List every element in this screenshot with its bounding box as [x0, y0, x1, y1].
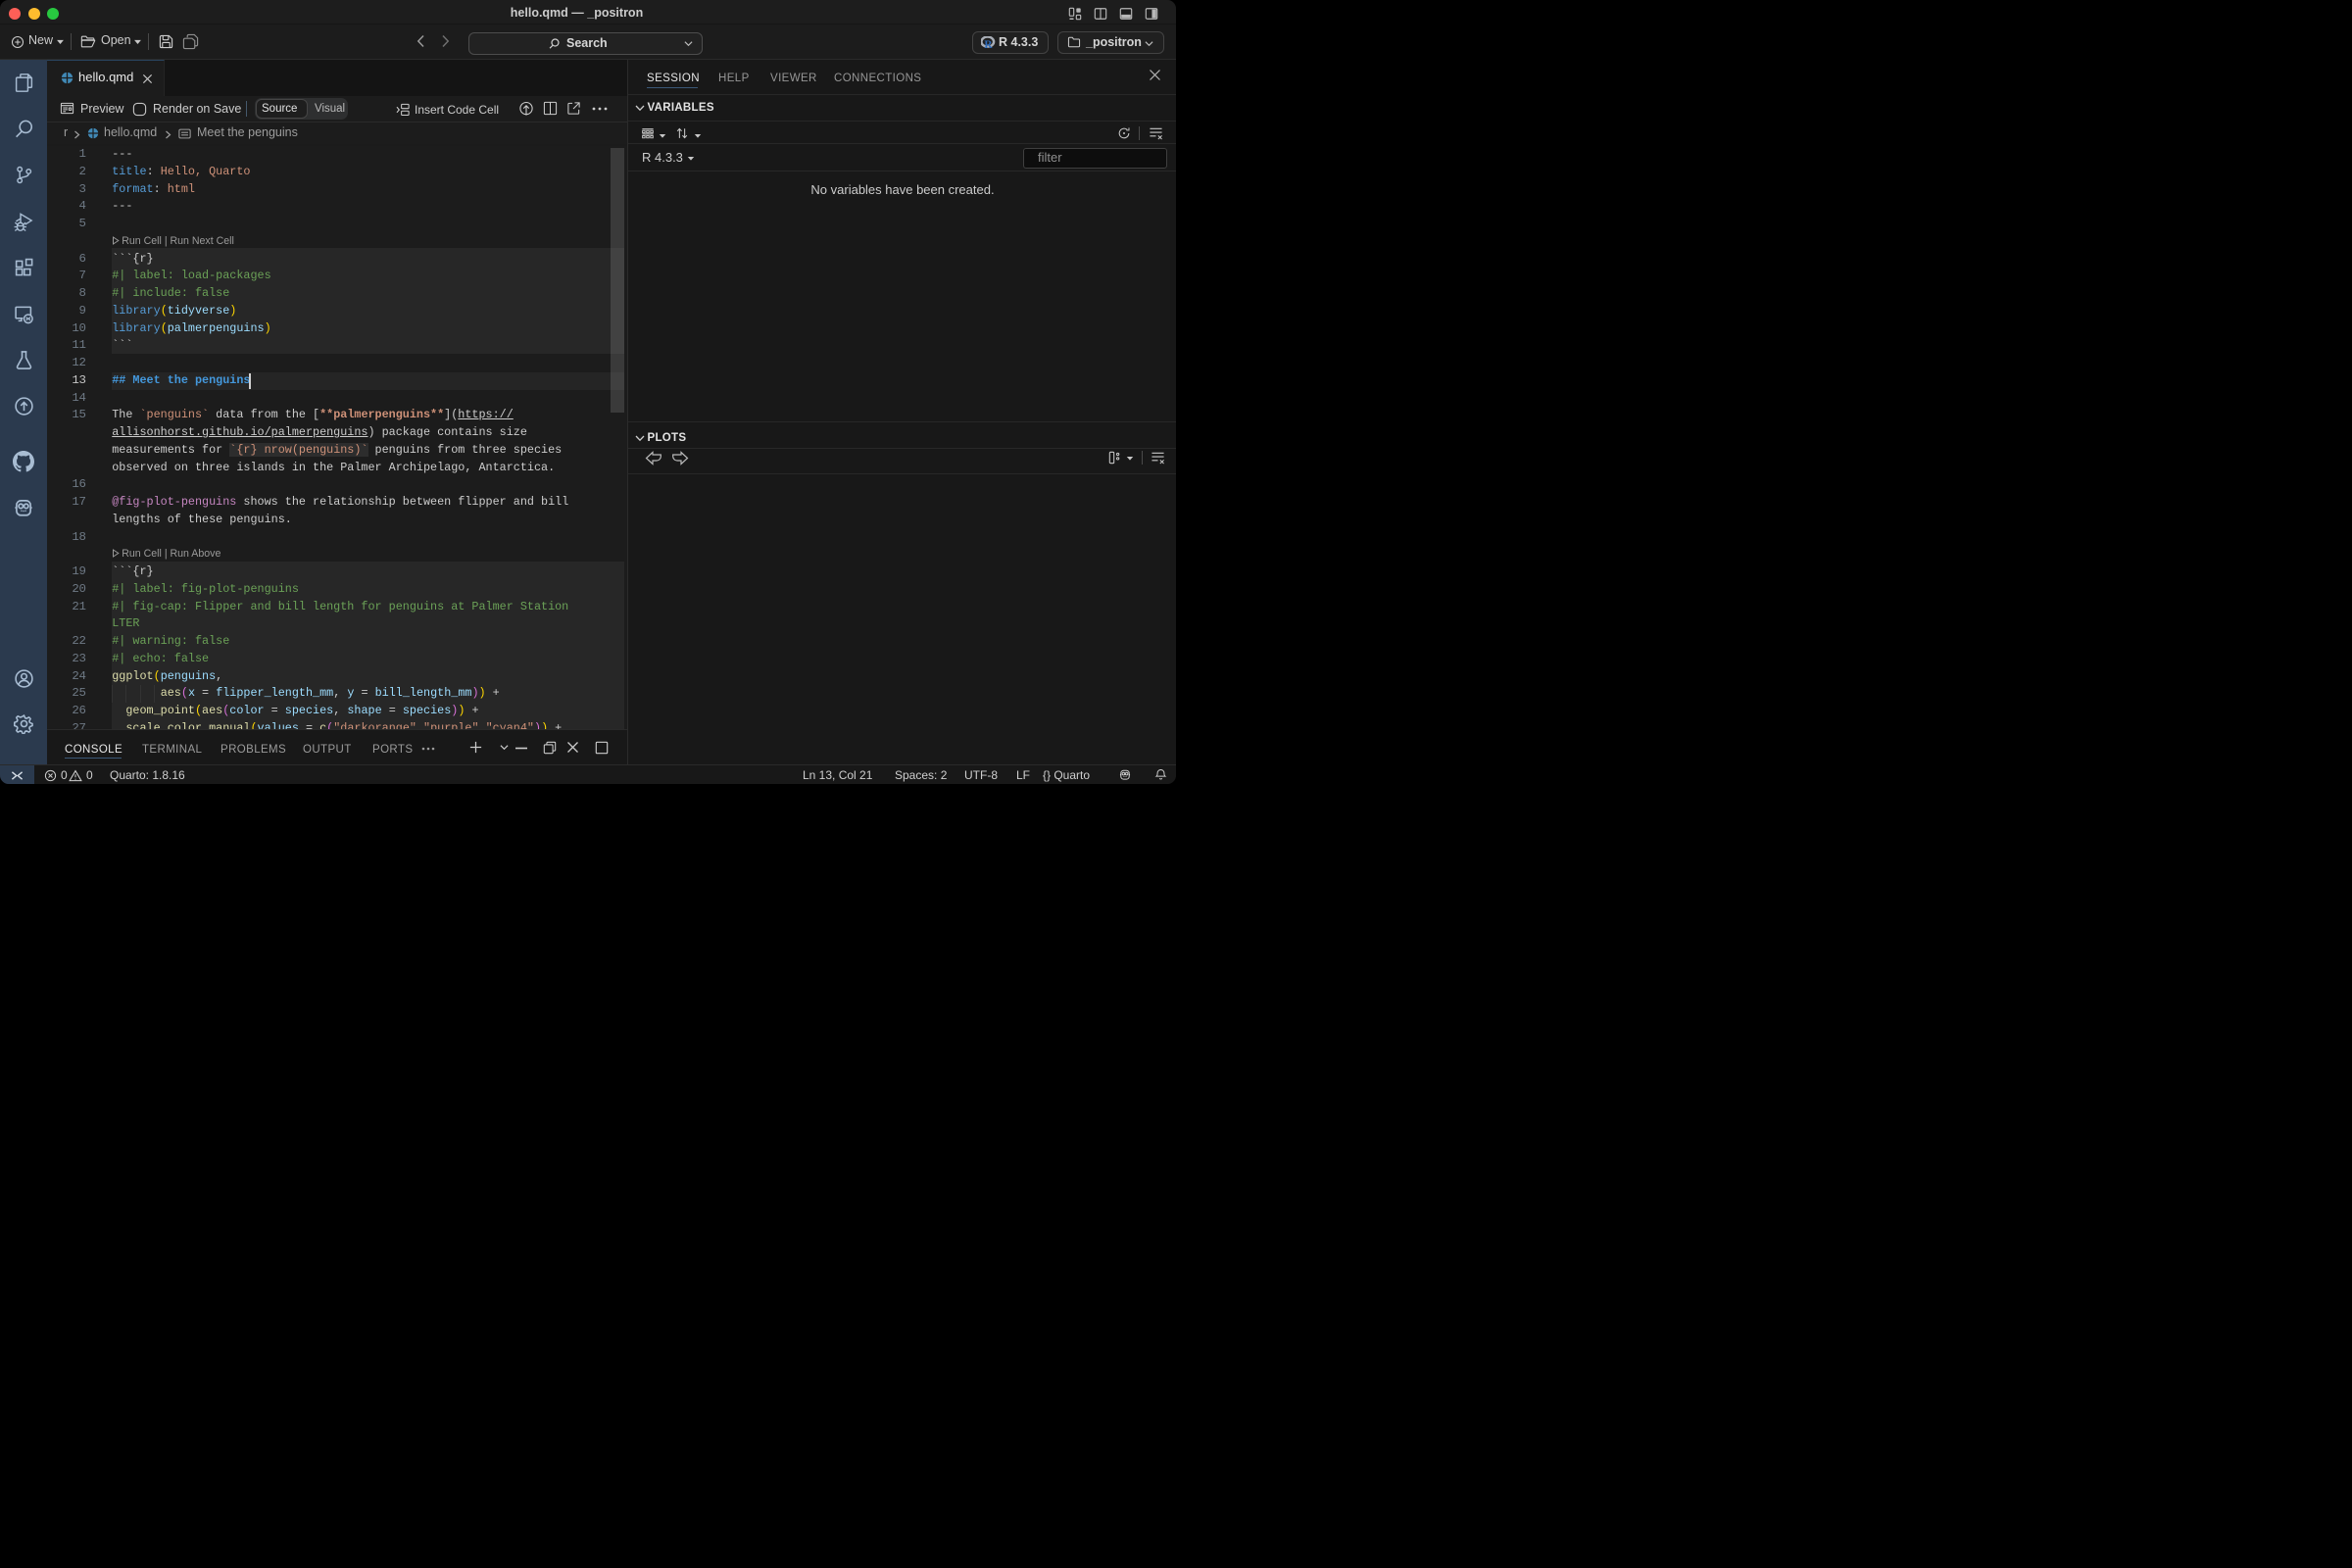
- svg-text:R: R: [984, 39, 993, 50]
